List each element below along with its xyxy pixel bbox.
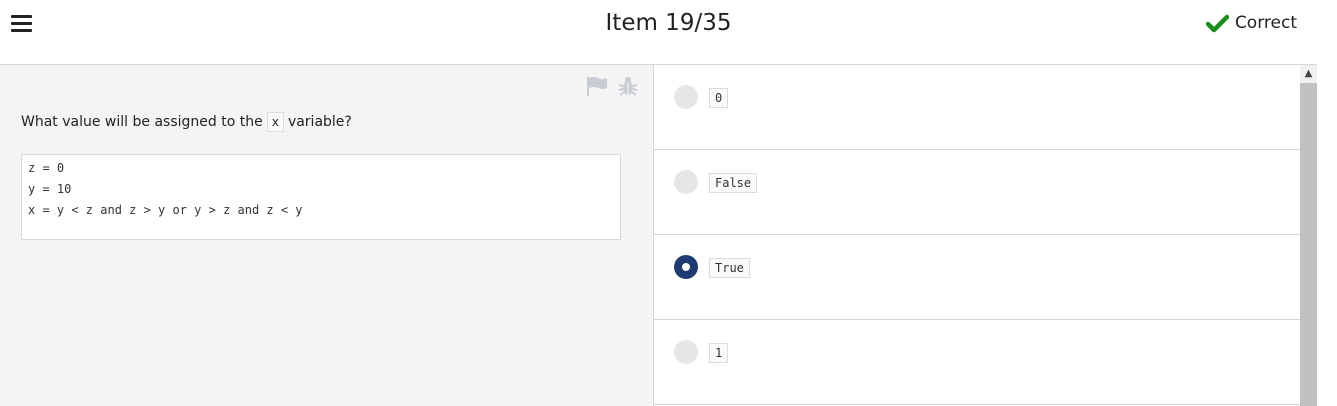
code-line: y = 10 bbox=[28, 182, 72, 196]
flag-icon[interactable] bbox=[586, 75, 608, 97]
question-suffix: variable? bbox=[287, 114, 352, 130]
radio-button[interactable] bbox=[674, 170, 698, 194]
code-line: x = y < z and z > y or y > z and z < y bbox=[28, 203, 303, 217]
question-prefix: What value will be assigned to the bbox=[21, 114, 263, 130]
bug-icon[interactable] bbox=[617, 75, 639, 97]
page-title: Item 19/35 bbox=[605, 10, 732, 36]
code-block: z = 0 y = 10 x = y < z and z > y or y > … bbox=[21, 154, 621, 240]
answer-option-2[interactable]: True bbox=[654, 235, 1300, 320]
radio-button[interactable] bbox=[674, 85, 698, 109]
top-bar: Item 19/35 Correct bbox=[0, 0, 1337, 65]
answer-label: 1 bbox=[709, 343, 729, 363]
answer-option-3[interactable]: 1 bbox=[654, 320, 1300, 405]
scroll-thumb[interactable] bbox=[1300, 83, 1317, 406]
question-text: What value will be assigned to the x var… bbox=[21, 112, 352, 132]
answer-option-1[interactable]: False bbox=[654, 150, 1300, 235]
code-line: z = 0 bbox=[28, 161, 65, 175]
radio-button[interactable] bbox=[674, 340, 698, 364]
scrollbar[interactable]: ▲ bbox=[1300, 65, 1317, 406]
answers-pane: 0 False True 1 bbox=[654, 65, 1300, 406]
variable-code: x bbox=[266, 112, 284, 132]
question-pane: What value will be assigned to the x var… bbox=[0, 65, 654, 406]
answer-option-0[interactable]: 0 bbox=[654, 65, 1300, 150]
status-label: Correct bbox=[1234, 13, 1297, 33]
answer-label: True bbox=[709, 258, 750, 278]
answer-label: 0 bbox=[709, 88, 729, 108]
answer-label: False bbox=[709, 173, 758, 193]
checkmark-icon bbox=[1205, 14, 1229, 32]
window-edge bbox=[1317, 0, 1337, 406]
status-indicator: Correct bbox=[1205, 13, 1297, 33]
scroll-up-arrow-icon[interactable]: ▲ bbox=[1300, 65, 1317, 82]
radio-button-selected[interactable] bbox=[674, 255, 698, 279]
